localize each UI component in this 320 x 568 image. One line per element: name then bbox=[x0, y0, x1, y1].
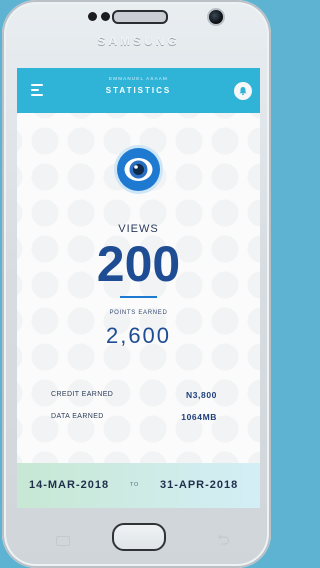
user-name: EMMANUEL ASAAM bbox=[109, 76, 168, 81]
phone-frame: SAMSUNG EMMANUEL ASAAM STATISTICS VIEWS … bbox=[2, 0, 271, 568]
top-bar: EMMANUEL ASAAM STATISTICS bbox=[17, 68, 260, 113]
sensor-dot bbox=[88, 12, 97, 21]
app-screen: EMMANUEL ASAAM STATISTICS VIEWS 200 POIN… bbox=[17, 68, 260, 508]
from-date[interactable]: 14-MAR-2018 bbox=[29, 479, 109, 491]
views-badge bbox=[117, 148, 160, 191]
data-earned-value: 1064MB bbox=[181, 412, 217, 422]
date-range-bar[interactable]: 14-MAR-2018 TO 31-APR-2018 bbox=[17, 463, 260, 508]
points-earned-label: POINTS EARNED bbox=[109, 310, 168, 316]
to-date[interactable]: 31-APR-2018 bbox=[160, 479, 238, 491]
device-brand: SAMSUNG bbox=[97, 34, 180, 48]
views-value: 200 bbox=[96, 236, 181, 292]
home-button[interactable] bbox=[112, 523, 166, 551]
views-label: VIEWS bbox=[118, 223, 159, 235]
to-label: TO bbox=[130, 482, 139, 488]
back-icon[interactable] bbox=[216, 534, 230, 546]
credit-earned-label: CREDIT EARNED bbox=[51, 391, 114, 398]
earpiece-speaker bbox=[112, 10, 168, 24]
page-title: STATISTICS bbox=[105, 86, 172, 95]
eye-icon bbox=[124, 158, 153, 181]
data-earned-label: DATA EARNED bbox=[51, 413, 104, 420]
recent-apps-icon[interactable] bbox=[56, 536, 70, 546]
bell-icon bbox=[239, 87, 247, 96]
front-camera bbox=[207, 8, 225, 26]
sensor-dot bbox=[101, 12, 110, 21]
points-earned-value: 2,600 bbox=[105, 323, 172, 348]
views-divider bbox=[120, 296, 157, 298]
credit-earned-value: N3,800 bbox=[185, 390, 217, 400]
notifications-button[interactable] bbox=[234, 82, 252, 100]
